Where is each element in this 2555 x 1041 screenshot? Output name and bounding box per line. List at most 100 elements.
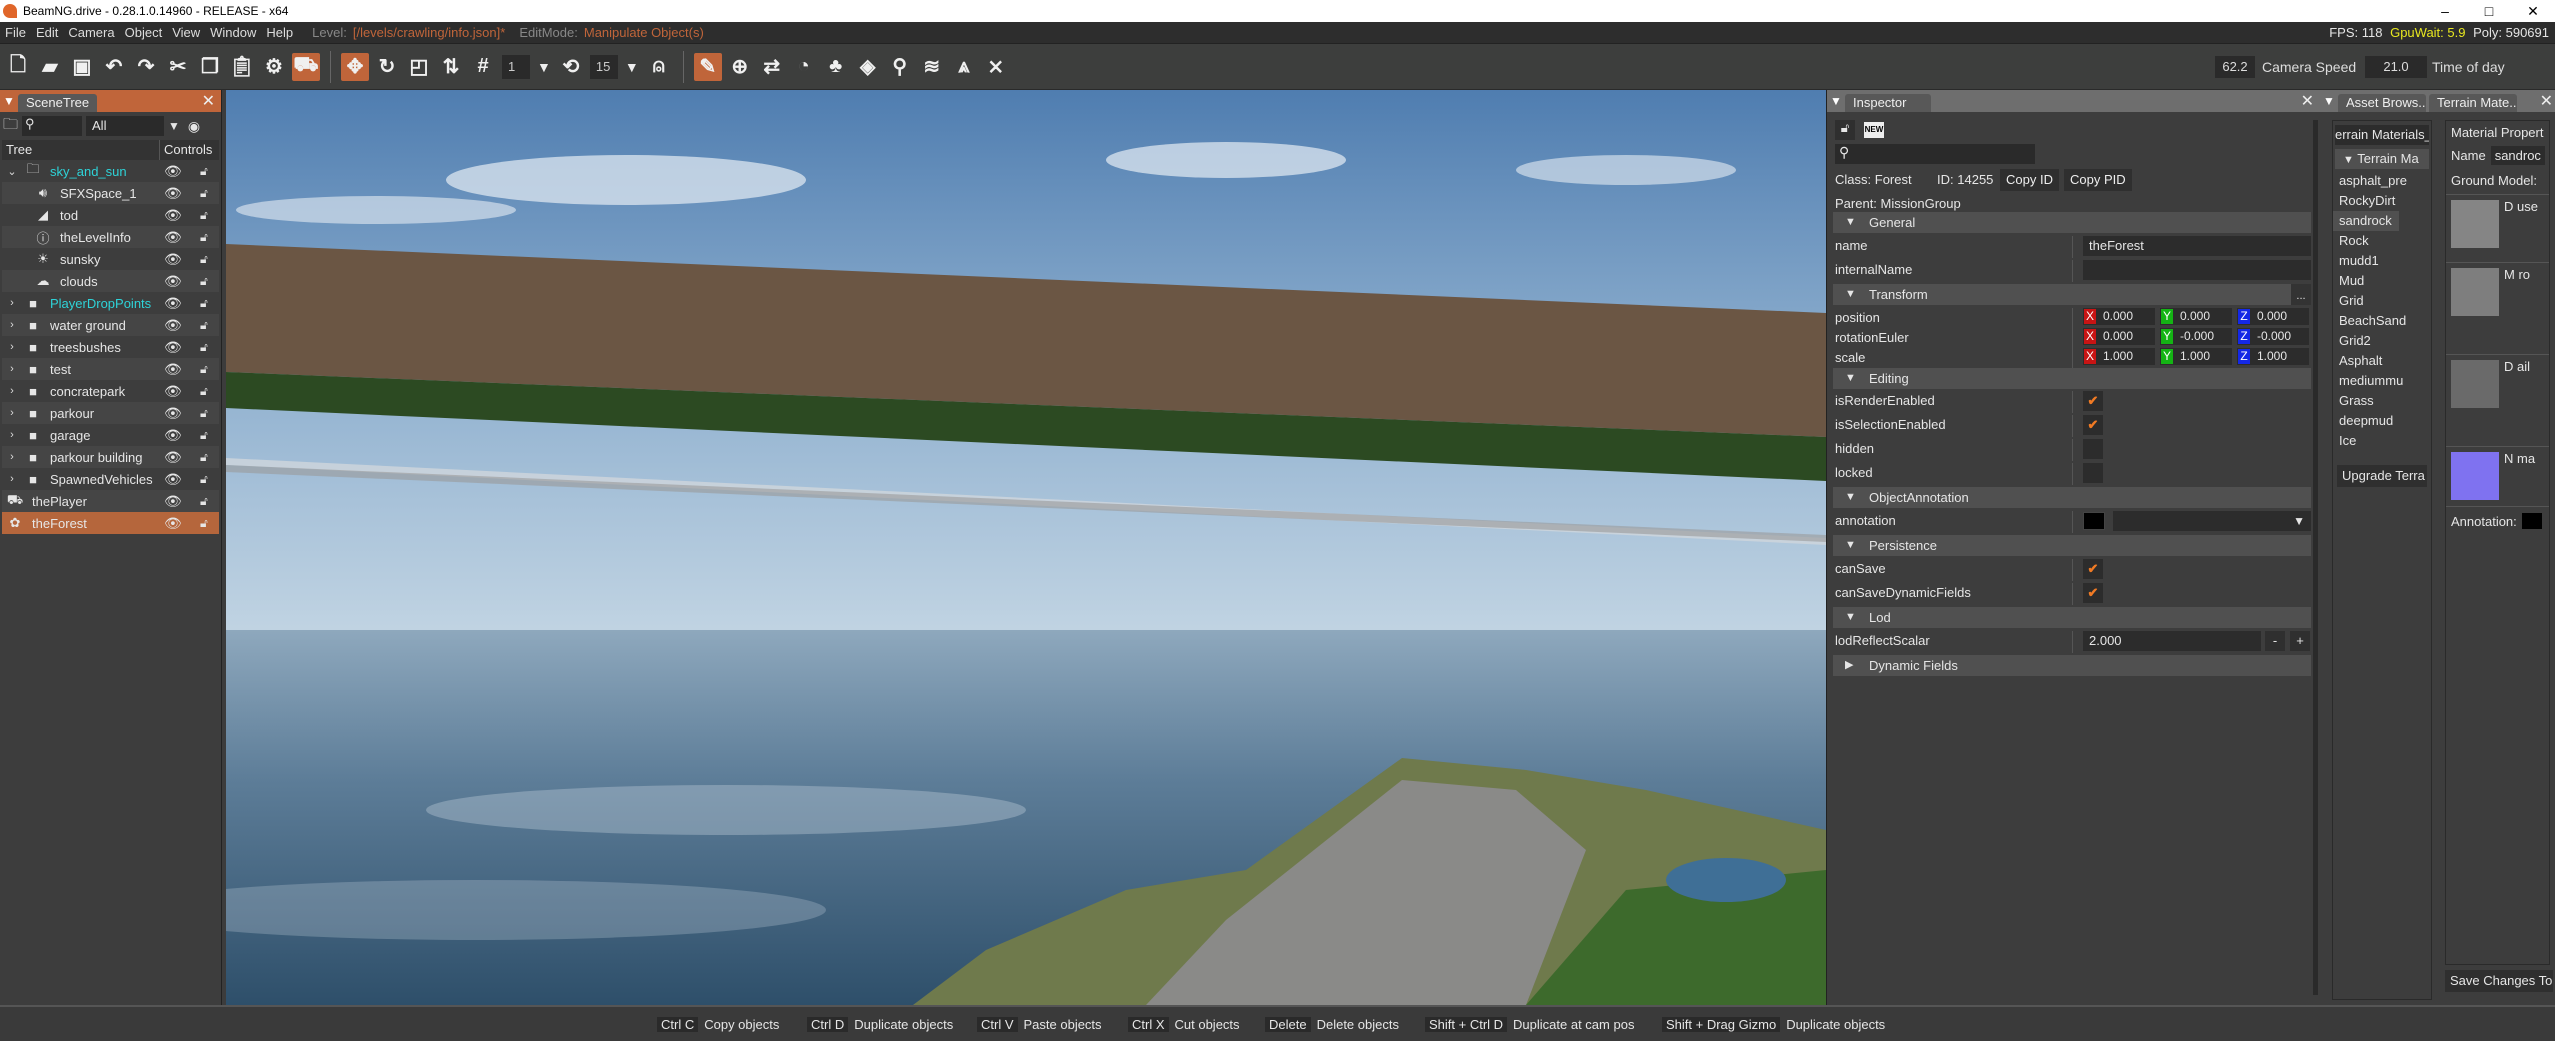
lock-icon[interactable]: 🔓︎ [200, 230, 208, 245]
expand-arrow-icon[interactable]: › [2, 363, 22, 375]
annotation-color-swatch[interactable] [2521, 513, 2542, 529]
material-item[interactable]: Grid [2333, 291, 2431, 311]
lock-icon[interactable]: 🔓︎ [200, 296, 208, 311]
close-scenetree-icon[interactable]: ✕ [202, 91, 215, 111]
isrenderenabled-checkbox[interactable]: ✔ [2083, 391, 2103, 411]
add-group-icon[interactable]: 🗀 [3, 114, 18, 139]
section-persistence[interactable]: ▼ Persistence [1833, 535, 2311, 556]
lock-icon[interactable]: 🔓︎ [200, 406, 208, 421]
tab-scenetree[interactable]: SceneTree [18, 94, 98, 112]
normal-texture-thumbnail[interactable] [2451, 452, 2499, 500]
scenetree-item[interactable]: 🔊︎ SFXSpace_1 👁︎ 🔓︎ [2, 182, 219, 204]
rotate-icon[interactable]: ↻ [373, 53, 401, 81]
expand-arrow-icon[interactable]: › [2, 473, 22, 485]
river-icon[interactable]: ≋ [918, 53, 946, 81]
vehicle-icon[interactable]: ⛟ [292, 52, 320, 81]
close-inspector-icon[interactable]: ✕ [2301, 91, 2314, 111]
spawn-point-icon[interactable]: ⚲ [886, 53, 914, 81]
menu-file[interactable]: File [0, 25, 31, 40]
scenetree-item[interactable]: ⓘ theLevelInfo 👁︎ 🔓︎ [2, 226, 219, 248]
material-item[interactable]: asphalt_pre [2333, 171, 2431, 191]
scale-icon[interactable]: ◰ [405, 53, 433, 81]
transform-options-button[interactable]: ... [2291, 284, 2311, 305]
expand-arrow-icon[interactable]: › [2, 429, 22, 441]
translate-gizmo-icon[interactable]: ✥ [341, 52, 369, 81]
broadcast-icon[interactable]: ◉ [188, 118, 200, 135]
tab-inspector[interactable]: Inspector [1845, 94, 1931, 112]
visibility-eye-icon[interactable]: 👁︎ [164, 515, 182, 532]
road-lanes-icon[interactable]: ⩓ [950, 53, 978, 81]
section-dynamic-fields[interactable]: ▶ Dynamic Fields [1833, 655, 2311, 676]
lock-icon[interactable]: 🔓︎ [200, 450, 208, 465]
scenetree-search-input[interactable]: ⚲ [22, 116, 83, 136]
decrement-button[interactable]: - [2265, 631, 2285, 651]
scenetree-item[interactable]: ✿ theForest 👁︎ 🔓︎ [2, 512, 219, 534]
material-name-input[interactable]: sandroc [2490, 146, 2545, 165]
minimize-button[interactable]: – [2423, 0, 2467, 22]
position-z-input[interactable]: Z 0.000 [2237, 308, 2309, 325]
lock-icon[interactable]: 🔓︎ [200, 318, 208, 333]
expand-arrow-icon[interactable]: › [2, 451, 22, 463]
grid-snap-icon[interactable]: # [469, 53, 497, 81]
material-item[interactable]: sandrock [2333, 211, 2399, 231]
decal-icon[interactable]: ◈ [854, 53, 882, 81]
visibility-eye-icon[interactable]: 👁︎ [164, 295, 182, 312]
lock-icon[interactable]: 🔓︎ [200, 428, 208, 443]
diffuse-texture-thumbnail[interactable] [2451, 200, 2499, 248]
visibility-eye-icon[interactable]: 👁︎ [164, 405, 182, 422]
snap-dropdown-icon[interactable]: ▼ [537, 59, 551, 75]
panel-menu-icon[interactable]: ▼ [1827, 94, 1845, 108]
create-object-icon[interactable]: ⊕ [726, 53, 754, 81]
menu-view[interactable]: View [167, 25, 205, 40]
visibility-eye-icon[interactable]: 👁︎ [164, 229, 182, 246]
scenetree-item[interactable]: › ■ test 👁︎ 🔓︎ [2, 358, 219, 380]
lock-icon[interactable]: 🔓︎ [200, 472, 208, 487]
menu-object[interactable]: Object [120, 25, 168, 40]
settings-icon[interactable]: ⚙ [260, 53, 288, 81]
visibility-eye-icon[interactable]: 👁︎ [164, 383, 182, 400]
scenetree-item[interactable]: › ■ PlayerDropPoints 👁︎ 🔓︎ [2, 292, 219, 314]
lock-icon[interactable]: 🔓︎ [200, 516, 208, 531]
tab-asset-browser[interactable]: Asset Brows... [2338, 94, 2426, 112]
scenetree-item[interactable]: ☀ sunsky 👁︎ 🔓︎ [2, 248, 219, 270]
save-icon[interactable]: ▣ [68, 53, 96, 81]
lock-inspector-icon[interactable]: 🔓︎ [1835, 120, 1855, 140]
material-item[interactable]: Grid2 [2333, 331, 2431, 351]
material-item[interactable]: Asphalt [2333, 351, 2431, 371]
panel-menu-icon[interactable]: ▼ [2320, 94, 2338, 108]
expand-arrow-icon[interactable]: › [2, 407, 22, 419]
panel-menu-icon[interactable]: ▼ [0, 94, 18, 108]
scenetree-item[interactable]: › ■ SpawnedVehicles 👁︎ 🔓︎ [2, 468, 219, 490]
cansave-checkbox[interactable]: ✔ [2083, 559, 2103, 579]
camera-speed-slider[interactable]: 62.2 [2215, 56, 2255, 78]
copy-id-button[interactable]: Copy ID [2000, 169, 2059, 191]
menu-edit[interactable]: Edit [31, 25, 63, 40]
copy-icon[interactable]: ❐ [196, 53, 224, 81]
lock-icon[interactable]: 🔓︎ [200, 208, 208, 223]
rotation-y-input[interactable]: Y -0.000 [2160, 328, 2232, 345]
drop-to-ground-icon[interactable]: ⍝ [645, 53, 673, 81]
section-objectannotation[interactable]: ▼ ObjectAnnotation [1833, 487, 2311, 508]
hidden-checkbox[interactable] [2083, 439, 2103, 459]
section-general[interactable]: ▼ General [1833, 212, 2311, 233]
scenetree-item[interactable]: ☁ clouds 👁︎ 🔓︎ [2, 270, 219, 292]
scenetree-item[interactable]: ◢ tod 👁︎ 🔓︎ [2, 204, 219, 226]
scenetree-item[interactable]: › ■ concratepark 👁︎ 🔓︎ [2, 380, 219, 402]
annotation-color-swatch[interactable] [2083, 512, 2105, 530]
section-transform[interactable]: ▼ Transform [1833, 284, 2291, 305]
scenetree-item[interactable]: › ■ treesbushes 👁︎ 🔓︎ [2, 336, 219, 358]
menu-window[interactable]: Window [205, 25, 261, 40]
scale-z-input[interactable]: Z 1.000 [2237, 348, 2309, 365]
scenetree-filter-select[interactable]: All [86, 116, 165, 136]
terrain-paint-icon[interactable]: ◔ [790, 53, 818, 81]
lock-icon[interactable]: 🔓︎ [200, 362, 208, 377]
undo-icon[interactable]: ↶ [100, 53, 128, 81]
expand-arrow-icon[interactable]: › [2, 297, 22, 309]
section-lod[interactable]: ▼ Lod [1833, 607, 2311, 628]
lodreflectscalar-input[interactable]: 2.000 [2083, 631, 2261, 651]
cut-icon[interactable]: ✂ [164, 53, 192, 81]
material-item[interactable]: RockyDirt [2333, 191, 2431, 211]
material-item[interactable]: mediummu [2333, 371, 2431, 391]
name-input[interactable]: theForest [2083, 236, 2311, 256]
open-folder-icon[interactable]: ▰ [36, 53, 64, 81]
